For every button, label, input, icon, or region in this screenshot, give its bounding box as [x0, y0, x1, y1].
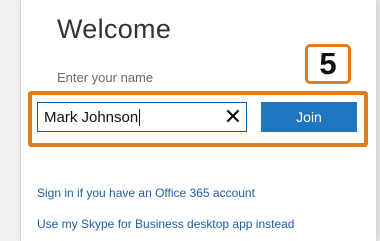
close-icon[interactable]: ✕	[222, 102, 244, 132]
join-button[interactable]: Join	[261, 102, 357, 132]
page-title: Welcome	[57, 14, 172, 44]
text-caret	[139, 108, 141, 126]
step-number-badge: 5	[305, 44, 351, 84]
sign-in-office365-link[interactable]: Sign in if you have an Office 365 accoun…	[37, 186, 255, 200]
name-input-value: Mark Johnson	[44, 108, 139, 126]
name-field-label: Enter your name	[57, 70, 154, 85]
use-desktop-app-link[interactable]: Use my Skype for Business desktop app in…	[37, 217, 294, 231]
name-input[interactable]: Mark Johnson	[37, 102, 247, 132]
